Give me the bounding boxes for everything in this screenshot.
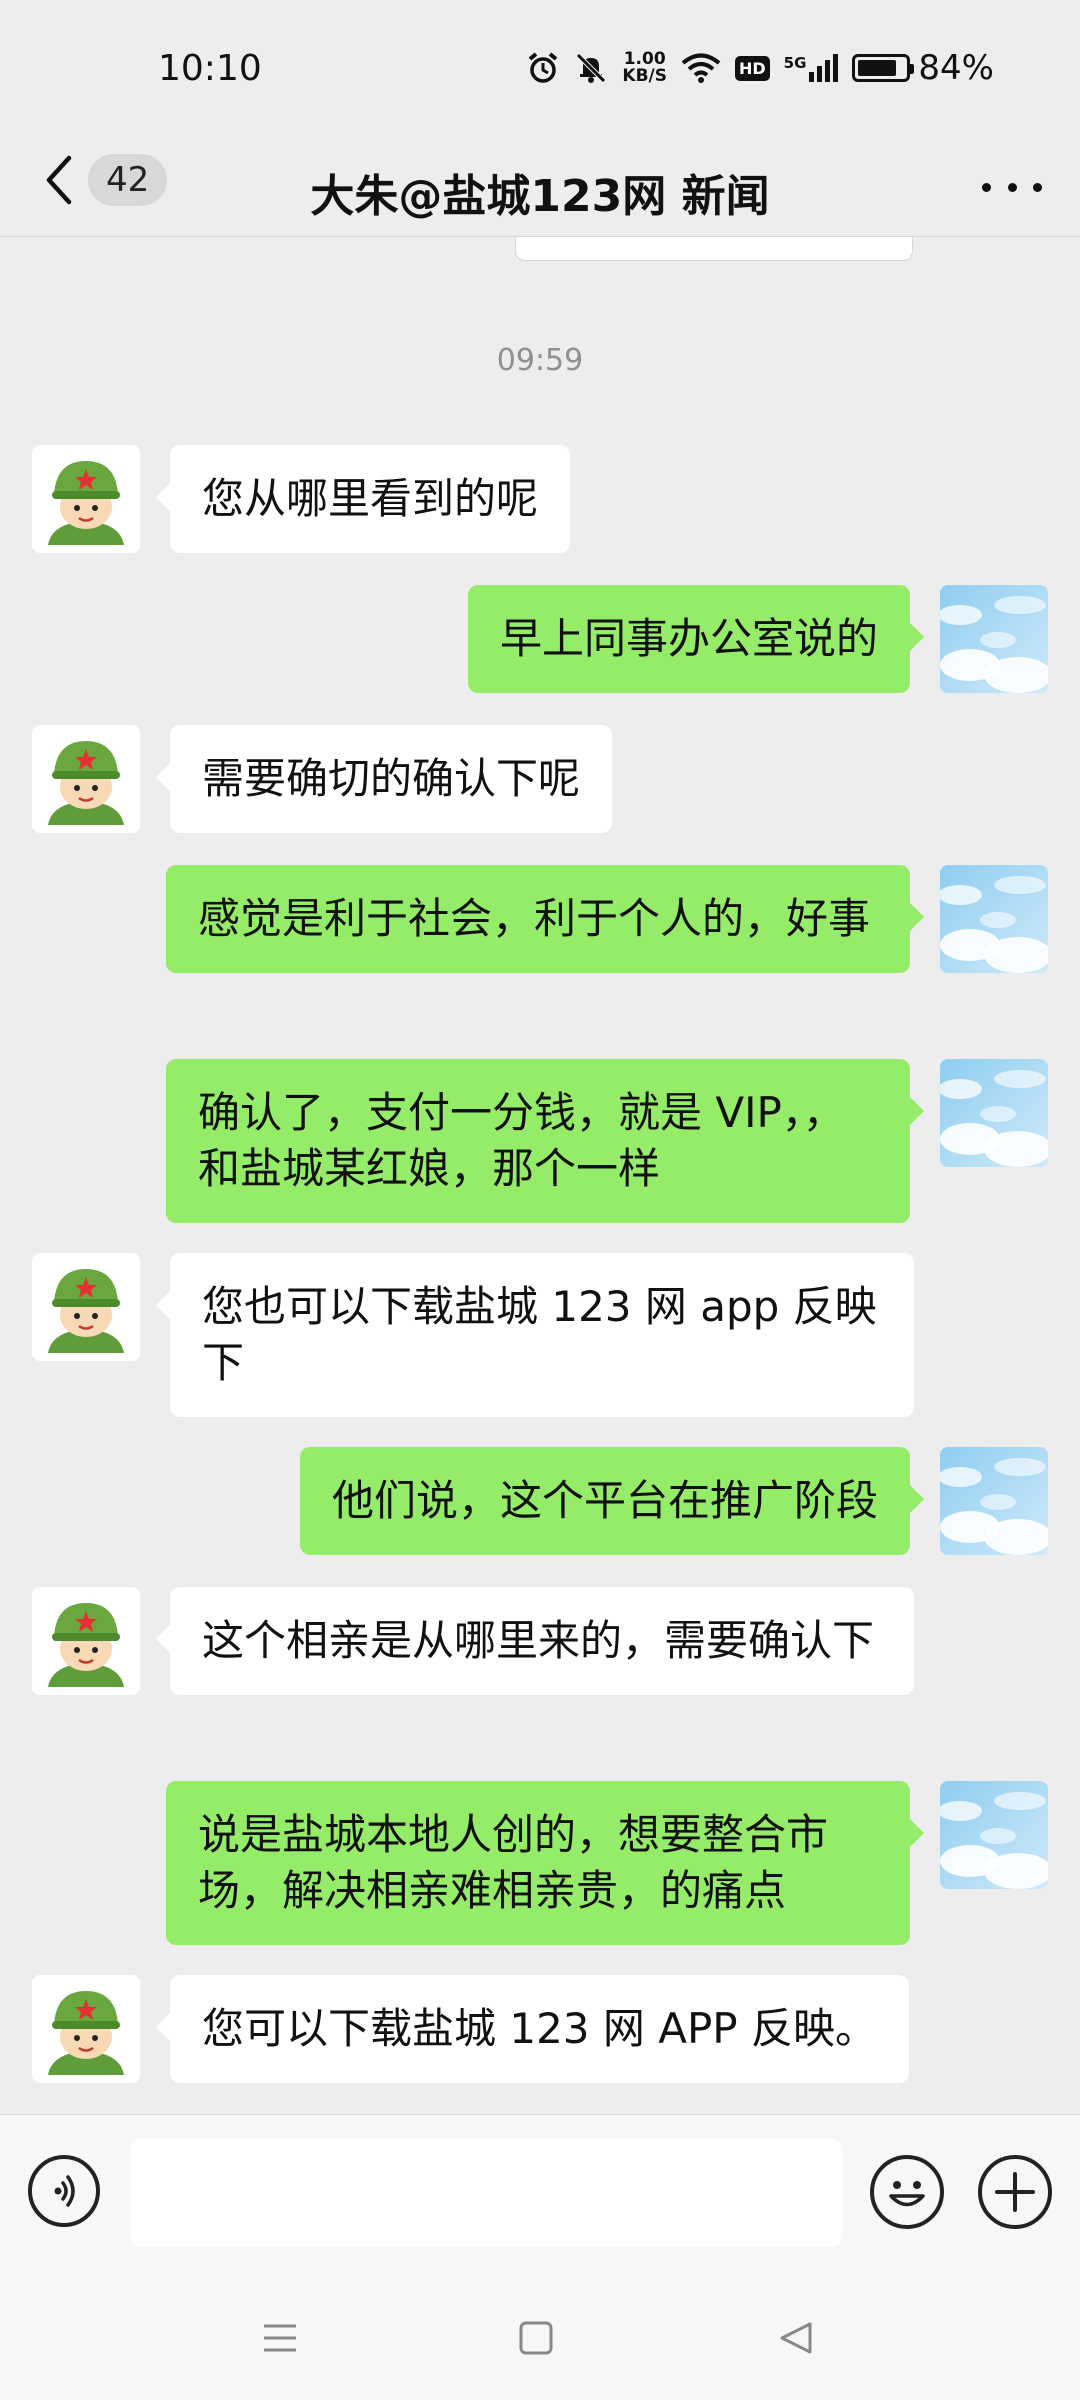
status-time: 10:10 (158, 48, 262, 89)
alarm-icon (529, 52, 558, 83)
sky-clouds-avatar-icon (940, 1059, 1048, 1167)
hd-badge: HD (735, 55, 770, 81)
plus-icon (995, 2172, 1035, 2212)
message-row: 您从哪里看到的呢 (32, 445, 571, 553)
battery-indicator: 84% (852, 48, 994, 88)
soldier-avatar-icon (32, 1253, 140, 1361)
system-menu-button[interactable] (250, 2308, 310, 2368)
voice-icon (54, 2175, 75, 2207)
message-row: 这个相亲是从哪里来的，需要确认下 (32, 1587, 914, 1695)
self-avatar[interactable] (940, 1059, 1048, 1167)
incoming-message-bubble[interactable]: 您也可以下载盐城 123 网 app 反映下 (156, 1253, 914, 1417)
contact-avatar[interactable] (32, 1587, 140, 1695)
sky-clouds-avatar-icon (940, 1447, 1048, 1555)
message-input-bar (0, 2114, 1080, 2275)
more-dot (982, 182, 991, 192)
battery-percent: 84% (918, 48, 994, 88)
contact-avatar[interactable] (32, 1975, 140, 2083)
soldier-avatar-icon (32, 1587, 140, 1695)
message-row: 感觉是利于社会，利于个人的，好事 (166, 865, 1048, 973)
message-timestamp: 09:59 (496, 343, 584, 378)
system-navigation-bar (0, 2274, 1080, 2400)
network-type: 5G (783, 54, 807, 72)
more-functions-button[interactable] (978, 2155, 1052, 2229)
more-dot (1007, 182, 1017, 192)
network-speed: 1.00 KB/S (622, 51, 667, 85)
self-avatar[interactable] (940, 585, 1048, 693)
chat-message-list[interactable]: 09:59 您从哪里看到的呢 早上同事办公室说的 需要确切的确认下呢 感觉是利于… (0, 237, 1080, 2114)
more-options-button[interactable] (982, 162, 1042, 212)
soldier-avatar-icon (32, 725, 140, 833)
square-home-icon (519, 2321, 553, 2355)
contact-avatar[interactable] (32, 445, 140, 553)
contact-avatar[interactable] (32, 725, 140, 833)
outgoing-message-bubble[interactable]: 说是盐城本地人创的，想要整合市场，解决相亲难相亲贵，的痛点 (166, 1781, 924, 1945)
system-back-button[interactable] (766, 2308, 826, 2368)
emoji-icon (889, 2181, 925, 2207)
menu-lines-icon (264, 2324, 296, 2352)
self-avatar[interactable] (940, 865, 1048, 973)
message-row: 您可以下载盐城 123 网 APP 反映。 (32, 1975, 909, 2083)
status-bar: 10:10 1.00 KB/S HD 5G 84% (0, 0, 1080, 132)
voice-input-button[interactable] (28, 2155, 100, 2227)
incoming-message-bubble[interactable]: 您从哪里看到的呢 (155, 445, 571, 553)
battery-icon (852, 54, 915, 82)
self-avatar[interactable] (940, 1781, 1048, 1889)
chat-header: 42 大朱@盐城123网 新闻 (0, 132, 1080, 242)
outgoing-message-bubble[interactable]: 早上同事办公室说的 (467, 585, 925, 693)
message-row: 需要确切的确认下呢 (32, 725, 613, 833)
message-row: 他们说，这个平台在推广阶段 (299, 1447, 1048, 1555)
sky-clouds-avatar-icon (940, 865, 1048, 973)
wifi-icon (681, 53, 721, 83)
outgoing-message-bubble[interactable]: 确认了，支付一分钱，就是 VIP，，和盐城某红娘，那个一样 (166, 1059, 924, 1223)
soldier-avatar-icon (32, 1975, 140, 2083)
triangle-back-icon (780, 2322, 812, 2354)
incoming-message-bubble[interactable]: 需要确切的确认下呢 (155, 725, 613, 833)
system-home-button[interactable] (506, 2308, 566, 2368)
previous-message-partial (515, 237, 913, 261)
network-speed-unit: KB/S (622, 66, 667, 86)
sky-clouds-avatar-icon (940, 1781, 1048, 1889)
contact-avatar[interactable] (32, 1253, 140, 1361)
message-text-input[interactable] (130, 2139, 842, 2247)
incoming-message-bubble[interactable]: 这个相亲是从哪里来的，需要确认下 (156, 1587, 914, 1695)
sky-clouds-avatar-icon (940, 585, 1048, 693)
emoji-button[interactable] (870, 2155, 944, 2229)
message-row: 早上同事办公室说的 (467, 585, 1048, 693)
incoming-message-bubble[interactable]: 您可以下载盐城 123 网 APP 反映。 (156, 1975, 909, 2083)
chat-title: 大朱@盐城123网 新闻 (310, 171, 770, 222)
more-dot (1033, 182, 1042, 192)
message-row: 说是盐城本地人创的，想要整合市场，解决相亲难相亲贵，的痛点 (166, 1781, 1048, 1945)
signal-indicator: 5G (784, 54, 839, 82)
message-row: 您也可以下载盐城 123 网 app 反映下 (32, 1253, 914, 1417)
outgoing-message-bubble[interactable]: 感觉是利于社会，利于个人的，好事 (166, 865, 924, 973)
message-row: 确认了，支付一分钱，就是 VIP，，和盐城某红娘，那个一样 (166, 1059, 1048, 1223)
mute-bell-icon (576, 53, 607, 83)
soldier-avatar-icon (32, 445, 140, 553)
outgoing-message-bubble[interactable]: 他们说，这个平台在推广阶段 (299, 1447, 925, 1555)
status-icons: 1.00 KB/S HD 5G 84% (526, 48, 994, 88)
self-avatar[interactable] (940, 1447, 1048, 1555)
